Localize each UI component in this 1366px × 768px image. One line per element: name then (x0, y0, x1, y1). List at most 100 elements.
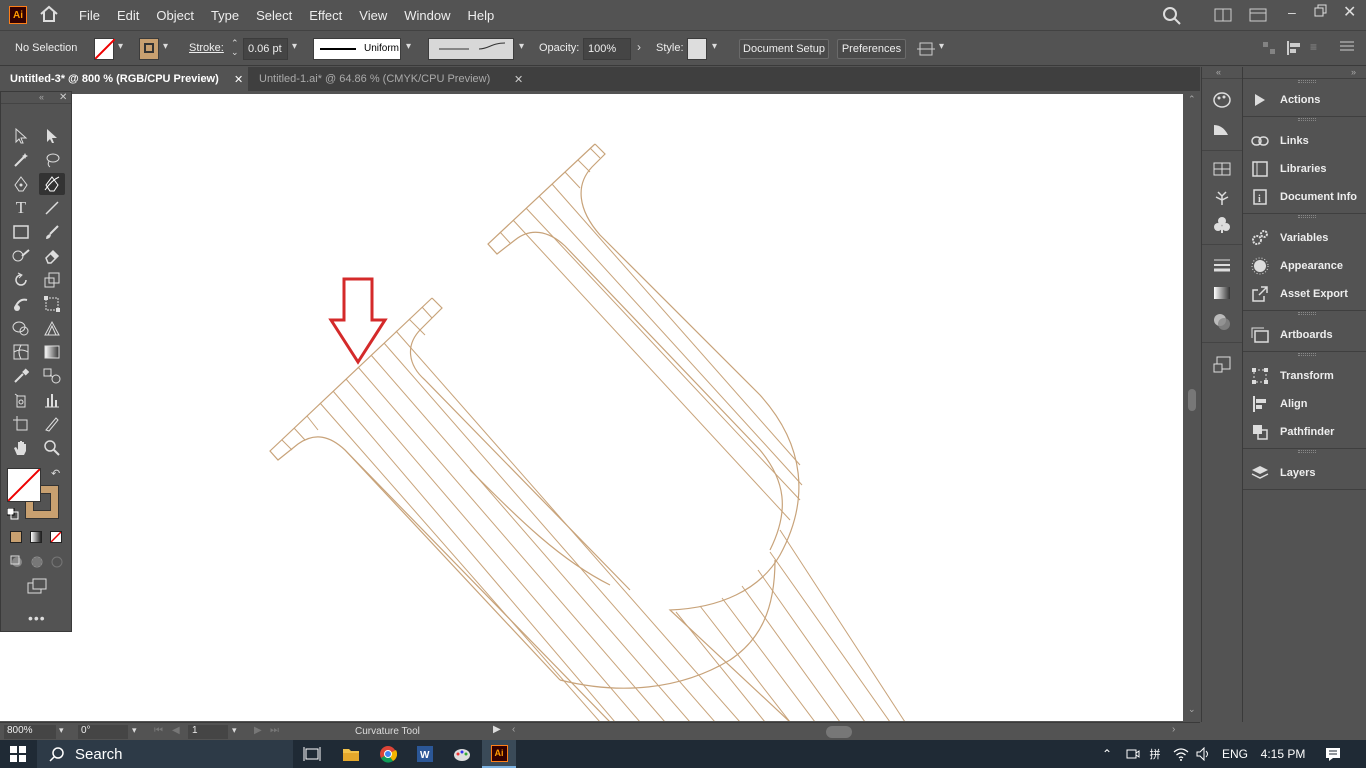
artboard-canvas[interactable] (0, 94, 1183, 723)
opacity-label[interactable]: Opacity: (539, 42, 579, 54)
lasso-tool-icon[interactable] (41, 149, 63, 171)
collapse-panel-icon[interactable]: » (1351, 67, 1356, 77)
panel-transform[interactable]: Transform (1251, 364, 1334, 388)
panel-grip[interactable] (1298, 353, 1316, 356)
shaper-tool-icon[interactable] (10, 245, 32, 267)
panel-variables[interactable]: Variables (1251, 226, 1328, 250)
clock[interactable]: 4:15 PM (1258, 740, 1308, 768)
list-icon[interactable]: ≡ (1310, 40, 1317, 54)
menu-type[interactable]: Type (211, 8, 239, 23)
chevron-down-icon[interactable]: ▾ (939, 41, 944, 52)
direct-selection-tool-icon[interactable] (41, 125, 63, 147)
zoom-level-field[interactable]: 800% (4, 725, 56, 739)
chevron-down-icon[interactable]: ▾ (59, 725, 64, 736)
panel-grip[interactable] (1298, 118, 1316, 121)
wifi-icon[interactable] (1172, 740, 1190, 768)
transparency-icon[interactable] (1213, 313, 1231, 334)
preferences-button[interactable]: Preferences (837, 39, 906, 59)
more-tools-icon[interactable]: ••• (28, 610, 46, 626)
selection-tool-icon[interactable] (10, 125, 32, 147)
brushes-icon[interactable] (1213, 188, 1231, 209)
panel-artboards[interactable]: Artboards (1251, 323, 1333, 347)
word-icon[interactable]: W (413, 740, 437, 768)
swatches-icon[interactable] (1213, 162, 1231, 179)
vertical-scrollbar[interactable]: ⌃ ⌄ (1184, 94, 1200, 721)
warp-tool-icon[interactable] (10, 293, 32, 315)
draw-inside-icon[interactable] (50, 555, 64, 572)
menu-object[interactable]: Object (156, 8, 194, 23)
fill-swatch-none[interactable] (94, 38, 116, 60)
arrange-documents-icon[interactable] (1249, 8, 1267, 25)
menu-view[interactable]: View (359, 8, 387, 23)
ime-icon[interactable]: 拼 (1146, 740, 1164, 768)
magic-wand-tool-icon[interactable] (10, 149, 32, 171)
stroke-stepper[interactable]: ⌃ ⌄ (231, 39, 239, 57)
close-panel-icon[interactable]: ✕ (59, 92, 67, 103)
next-artboard-icon[interactable]: ▶ (254, 725, 262, 736)
blend-tool-icon[interactable] (41, 365, 63, 387)
workspace-switcher-icon[interactable] (1214, 8, 1232, 25)
scroll-left-icon[interactable]: ‹ (512, 724, 515, 735)
chevron-down-icon[interactable]: ▾ (118, 41, 123, 52)
illustrator-taskbar-icon[interactable]: Ai (482, 740, 516, 768)
chevron-down-icon[interactable]: ▾ (406, 41, 411, 52)
paintbrush-tool-icon[interactable] (41, 221, 63, 243)
draw-normal-icon[interactable] (10, 555, 24, 572)
column-graph-tool-icon[interactable] (41, 389, 63, 411)
gradient-mode-button[interactable] (30, 531, 42, 543)
paint-icon[interactable] (450, 740, 474, 768)
draw-behind-icon[interactable] (30, 555, 44, 572)
chevron-down-icon[interactable]: ▾ (292, 41, 297, 52)
task-view-icon[interactable] (300, 740, 324, 768)
fill-color-indicator[interactable] (7, 468, 41, 502)
panel-asset-export[interactable]: Asset Export (1251, 282, 1348, 306)
tab-untitled-3[interactable]: Untitled-3* @ 800 % (RGB/CPU Preview) (0, 67, 248, 91)
previous-artboard-icon[interactable]: ◀ (172, 725, 180, 736)
document-setup-button[interactable]: Document Setup (739, 39, 829, 59)
shape-builder-tool-icon[interactable] (10, 317, 32, 339)
status-menu-icon[interactable]: ▶ (493, 724, 501, 735)
panel-menu-icon[interactable] (1340, 40, 1354, 55)
color-icon[interactable] (1213, 120, 1231, 139)
gradient-tool-icon[interactable] (41, 341, 63, 363)
show-hidden-icons-icon[interactable]: ⌃ (1099, 740, 1115, 768)
tab-untitled-1[interactable]: Untitled-1.ai* @ 64.86 % (CMYK/CPU Previ… (249, 67, 529, 91)
perspective-grid-tool-icon[interactable] (41, 317, 63, 339)
menu-select[interactable]: Select (256, 8, 292, 23)
chevron-down-icon[interactable]: ▾ (519, 41, 524, 52)
stroke-swatch[interactable] (139, 38, 159, 60)
variable-width-profile[interactable]: Uniform (313, 38, 401, 60)
panel-appearance[interactable]: Appearance (1251, 254, 1343, 278)
home-icon[interactable] (39, 5, 59, 26)
close-window-icon[interactable]: ✕ (1343, 2, 1356, 22)
stroke-panel-icon[interactable] (1213, 258, 1231, 275)
menu-help[interactable]: Help (467, 8, 494, 23)
type-tool-icon[interactable]: T (10, 197, 32, 219)
notifications-icon[interactable] (1323, 740, 1343, 768)
panel-grip[interactable] (1298, 312, 1316, 315)
search-icon[interactable] (1162, 6, 1182, 29)
chevron-down-icon[interactable]: ▾ (712, 41, 717, 52)
scroll-up-icon[interactable]: ⌃ (1188, 94, 1196, 105)
none-mode-button[interactable] (50, 531, 62, 543)
line-segment-tool-icon[interactable] (41, 197, 63, 219)
collapse-panel-icon[interactable]: « (39, 92, 44, 102)
stroke-weight-input[interactable]: 0.06 pt (243, 38, 288, 60)
chrome-icon[interactable] (376, 740, 400, 768)
panel-grip[interactable] (1298, 450, 1316, 453)
scroll-down-icon[interactable]: ⌄ (1188, 704, 1196, 715)
panel-grip[interactable] (1298, 80, 1316, 83)
menu-effect[interactable]: Effect (309, 8, 342, 23)
eraser-tool-icon[interactable] (41, 245, 63, 267)
minimize-icon[interactable]: – (1288, 4, 1296, 20)
last-artboard-icon[interactable]: ⏭ (270, 725, 279, 736)
curvature-tool-icon[interactable] (39, 173, 65, 195)
panel-grip[interactable] (1298, 215, 1316, 218)
file-explorer-icon[interactable] (339, 740, 363, 768)
export-for-screens-icon[interactable] (1213, 356, 1231, 377)
panel-libraries[interactable]: Libraries (1251, 157, 1326, 181)
swap-fill-stroke-icon[interactable]: ↶ (51, 467, 60, 480)
align-icon[interactable] (1262, 41, 1276, 58)
symbols-icon[interactable] (1213, 216, 1231, 237)
eyedropper-tool-icon[interactable] (10, 365, 32, 387)
